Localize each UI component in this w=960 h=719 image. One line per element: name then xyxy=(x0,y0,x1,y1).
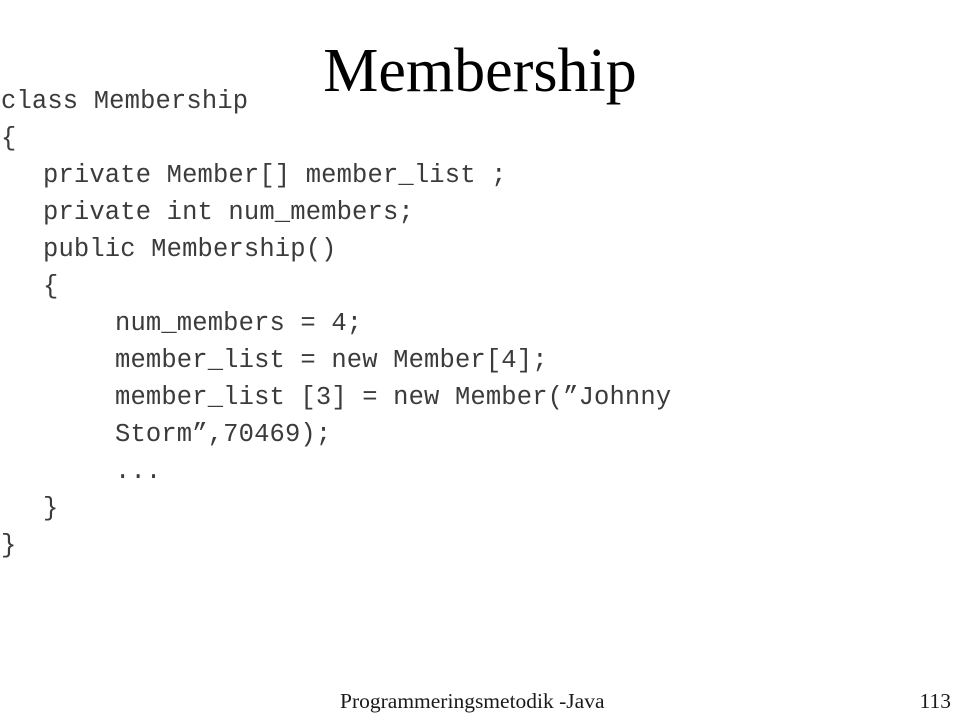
code-line: { xyxy=(1,124,17,153)
code-line: class Membership xyxy=(1,87,249,116)
code-line: member_list [3] = new Member(”Johnny xyxy=(115,383,672,412)
slide-footer: Programmeringsmetodik -Java 113 xyxy=(0,686,960,719)
code-line: num_members = 4; xyxy=(115,309,363,338)
slide: Membership class Membership { private Me… xyxy=(0,0,960,719)
code-line: } xyxy=(1,531,17,560)
footer-page-number: 113 xyxy=(919,689,951,713)
code-line: } xyxy=(43,494,59,523)
code-line: public Membership() xyxy=(43,235,337,264)
footer-course-label: Programmeringsmetodik -Java xyxy=(340,689,605,713)
code-line: { xyxy=(43,272,59,301)
code-line: private Member[] member_list ; xyxy=(43,161,507,190)
code-line: ... xyxy=(115,457,162,486)
code-line: member_list = new Member[4]; xyxy=(115,346,548,375)
code-line: private int num_members; xyxy=(43,198,414,227)
code-listing: class Membership { private Member[] memb… xyxy=(0,83,960,564)
code-line: Storm”,70469); xyxy=(115,420,332,449)
